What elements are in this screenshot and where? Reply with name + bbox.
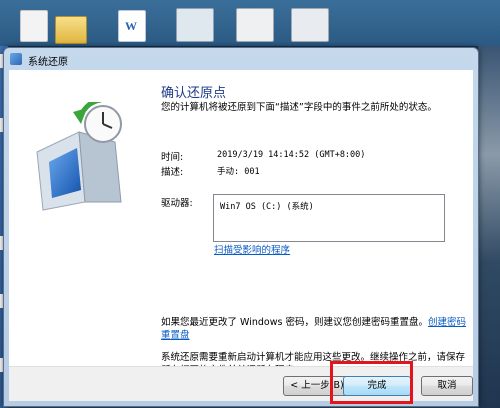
finish-button-highlight (330, 361, 413, 404)
drives-label: 驱动器: (161, 198, 193, 209)
password-note: 如果您最近更改了 Windows 密码，则建议您创建密码重置盘。创建密码重置盘 (161, 316, 466, 342)
desktop-image-icon[interactable] (176, 8, 214, 42)
drives-list[interactable]: Win7 OS (C:) (系统) (213, 194, 445, 242)
page-title: 确认还原点 (161, 86, 227, 101)
desktop-image-icon[interactable] (291, 8, 329, 42)
desktop-file-icon[interactable] (20, 10, 48, 42)
window-title: 系统还原 (28, 57, 68, 68)
desktop-top (0, 0, 500, 46)
desktop-image-icon[interactable] (236, 8, 274, 42)
dialog-content: 确认还原点 您的计算机将被还原到下面“描述”字段中的事件之前所处的状态。 时间:… (9, 70, 473, 401)
system-restore-dialog: 系统还原 确认还原点 您的计算机将被还原到下面“描述”字段中的事件之前所处的状态… (3, 47, 479, 407)
restore-computer-icon (36, 102, 122, 211)
desktop-folder-icon[interactable] (55, 16, 87, 44)
system-restore-icon (10, 53, 22, 65)
page-description: 您的计算机将被还原到下面“描述”字段中的事件之前所处的状态。 (161, 102, 437, 113)
password-note-text: 如果您最近更改了 Windows 密码，则建议您创建密码重置盘。 (161, 317, 428, 328)
description-value: 手动: 001 (217, 167, 260, 177)
description-label: 描述: (161, 167, 184, 178)
desktop-right-strip (478, 46, 500, 408)
time-label: 时间: (161, 152, 184, 163)
cancel-button[interactable]: 取消 (421, 376, 473, 396)
desktop-word-icon[interactable] (118, 10, 146, 42)
list-item[interactable]: Win7 OS (C:) (系统) (220, 200, 314, 212)
title-bar[interactable]: 系统还原 (4, 48, 478, 70)
scan-affected-programs-link[interactable]: 扫描受影响的程序 (214, 242, 290, 256)
time-value: 2019/3/19 14:14:52 (GMT+8:00) (217, 150, 366, 160)
